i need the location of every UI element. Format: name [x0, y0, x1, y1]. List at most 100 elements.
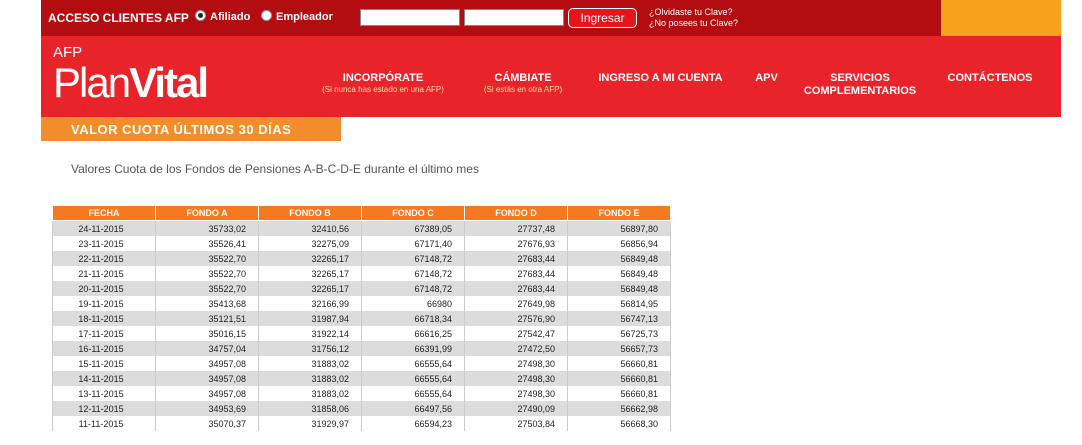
no-password-link[interactable]: ¿No posees tu Clave?: [649, 18, 738, 28]
cell-fecha: 22-11-2015: [52, 251, 156, 266]
site-header: AFP PlanVital INCORPÓRATE (Si nunca has …: [41, 36, 1061, 117]
cell-fondo-e: 56660,81: [567, 371, 671, 386]
cell-fondo-d: 27683,44: [464, 266, 568, 281]
table-row: 19-11-2015 35413,68 32166,99 66980 27649,98 5…: [52, 296, 671, 311]
cell-fondo-d: 27683,44: [464, 281, 568, 296]
cell-fondo-b: 32265,17: [258, 266, 362, 281]
rut-input[interactable]: [360, 9, 460, 26]
cell-fondo-c: 67171,40: [361, 236, 465, 251]
cell-fondo-b: 31883,02: [258, 356, 362, 371]
section-title: VALOR CUOTA ÚLTIMOS 30 DÍAS: [41, 117, 341, 141]
cell-fondo-b: 31883,02: [258, 371, 362, 386]
cell-fondo-b: 31883,02: [258, 386, 362, 401]
cell-fondo-c: 66497,56: [361, 401, 465, 416]
cell-fondo-d: 27498,30: [464, 386, 568, 401]
cell-fondo-e: 56725,73: [567, 326, 671, 341]
nav-servicios[interactable]: SERVICIOS COMPLEMENTARIOS: [799, 72, 921, 98]
ingresar-button[interactable]: Ingresar: [568, 8, 637, 28]
table-row: 15-11-2015 34957,08 31883,02 66555,64 27498,…: [52, 356, 671, 371]
cell-fondo-b: 32265,17: [258, 251, 362, 266]
nav-cambiate-sub: (Si estás en otra AFP): [483, 85, 563, 94]
logo[interactable]: PlanVital: [53, 59, 209, 107]
nav-ingreso-cuenta[interactable]: INGRESO A MI CUENTA: [592, 72, 729, 85]
cell-fondo-b: 32265,17: [258, 281, 362, 296]
cell-fondo-e: 56668,30: [567, 416, 671, 431]
cell-fondo-c: 67148,72: [361, 281, 465, 296]
cell-fecha: 15-11-2015: [52, 356, 156, 371]
table-row: 13-11-2015 34957,08 31883,02 66555,64 27498,…: [52, 386, 671, 401]
cell-fecha: 14-11-2015: [52, 371, 156, 386]
cell-fondo-a: 35526,41: [155, 236, 259, 251]
nav-apv-label: APV: [755, 72, 778, 84]
nav-contactenos[interactable]: CONTÁCTENOS: [940, 72, 1040, 85]
afiliado-radio[interactable]: [195, 10, 206, 21]
cell-fondo-c: 66555,64: [361, 371, 465, 386]
cell-fondo-e: 56849,48: [567, 266, 671, 281]
nav-cambiate[interactable]: CÁMBIATE (Si estás en otra AFP): [468, 72, 578, 94]
logo-plan-text: Plan: [53, 59, 131, 106]
top-accent-block: [941, 0, 1061, 36]
table-row: 12-11-2015 34953,69 31858,06 66497,56 27490,…: [52, 401, 671, 416]
cell-fondo-e: 56747,13: [567, 311, 671, 326]
cell-fondo-b: 31858,06: [258, 401, 362, 416]
cell-fondo-a: 34757,04: [155, 341, 259, 356]
cell-fondo-a: 35522,70: [155, 251, 259, 266]
cell-fondo-e: 56662,98: [567, 401, 671, 416]
cell-fondo-d: 27676,93: [464, 236, 568, 251]
cell-fondo-a: 35070,37: [155, 416, 259, 431]
cell-fondo-a: 35522,70: [155, 281, 259, 296]
cell-fondo-d: 27503,84: [464, 416, 568, 431]
cell-fondo-d: 27576,90: [464, 311, 568, 326]
nav-servicios-label: SERVICIOS COMPLEMENTARIOS: [803, 72, 917, 97]
table-header-row: FECHA FONDO A FONDO B FONDO C FONDO D FO…: [52, 205, 671, 221]
cell-fondo-c: 66555,64: [361, 386, 465, 401]
login-bar: ACCESO CLIENTES AFP Afiliado Empleador I…: [41, 0, 941, 36]
password-input[interactable]: [464, 9, 564, 26]
cell-fondo-c: 66391,99: [361, 341, 465, 356]
login-title: ACCESO CLIENTES AFP: [48, 11, 189, 25]
nav-ingreso-cuenta-label: INGRESO A MI CUENTA: [598, 72, 723, 84]
table-row: 17-11-2015 35016,15 31922,14 66616,25 27542,…: [52, 326, 671, 341]
table-row: 14-11-2015 34957,08 31883,02 66555,64 27498,…: [52, 371, 671, 386]
cell-fondo-a: 34957,08: [155, 356, 259, 371]
cell-fondo-c: 67148,72: [361, 251, 465, 266]
empleador-radio[interactable]: [261, 10, 272, 21]
nav-cambiate-label: CÁMBIATE: [494, 72, 552, 84]
cell-fondo-d: 27498,30: [464, 371, 568, 386]
table-row: 11-11-2015 35070,37 31929,97 66594,23 27503,…: [52, 416, 671, 431]
cell-fondo-a: 35733,02: [155, 220, 259, 236]
cell-fondo-b: 31922,14: [258, 326, 362, 341]
cell-fondo-c: 66555,64: [361, 356, 465, 371]
cell-fecha: 16-11-2015: [52, 341, 156, 356]
cell-fondo-d: 27490,09: [464, 401, 568, 416]
cell-fondo-a: 35121,51: [155, 311, 259, 326]
page-description: Valores Cuota de los Fondos de Pensiones…: [71, 162, 479, 176]
cell-fondo-a: 34953,69: [155, 401, 259, 416]
header-fondo-b: FONDO B: [258, 205, 362, 221]
nav-incorporate[interactable]: INCORPÓRATE (Si nunca has estado en una …: [303, 72, 463, 94]
table-row: 21-11-2015 35522,70 32265,17 67148,72 27683,…: [52, 266, 671, 281]
nav-incorporate-sub: (Si nunca has estado en una AFP): [322, 85, 444, 94]
table-row: 16-11-2015 34757,04 31756,12 66391,99 27472,…: [52, 341, 671, 356]
cell-fondo-e: 56814,95: [567, 296, 671, 311]
logo-vital-text: Vital: [129, 59, 209, 106]
cell-fondo-b: 32275,09: [258, 236, 362, 251]
cell-fondo-b: 31756,12: [258, 341, 362, 356]
cell-fecha: 21-11-2015: [52, 266, 156, 281]
nav-apv[interactable]: APV: [749, 72, 784, 85]
cell-fondo-e: 56849,48: [567, 281, 671, 296]
empleador-radio-label[interactable]: Empleador: [276, 11, 333, 23]
cell-fondo-b: 31987,94: [258, 311, 362, 326]
afiliado-radio-label[interactable]: Afiliado: [210, 11, 250, 23]
cell-fecha: 24-11-2015: [52, 220, 156, 236]
table-body: 24-11-2015 35733,02 32410,56 67389,05 27737,…: [52, 220, 671, 431]
cell-fecha: 18-11-2015: [52, 311, 156, 326]
header-fondo-a: FONDO A: [155, 205, 259, 221]
cell-fecha: 23-11-2015: [52, 236, 156, 251]
cell-fondo-a: 34957,08: [155, 371, 259, 386]
forgot-password-link[interactable]: ¿Olvidaste tu Clave?: [649, 7, 733, 17]
cell-fecha: 13-11-2015: [52, 386, 156, 401]
cell-fecha: 20-11-2015: [52, 281, 156, 296]
cell-fondo-d: 27498,30: [464, 356, 568, 371]
nav-contactenos-label: CONTÁCTENOS: [947, 72, 1033, 84]
